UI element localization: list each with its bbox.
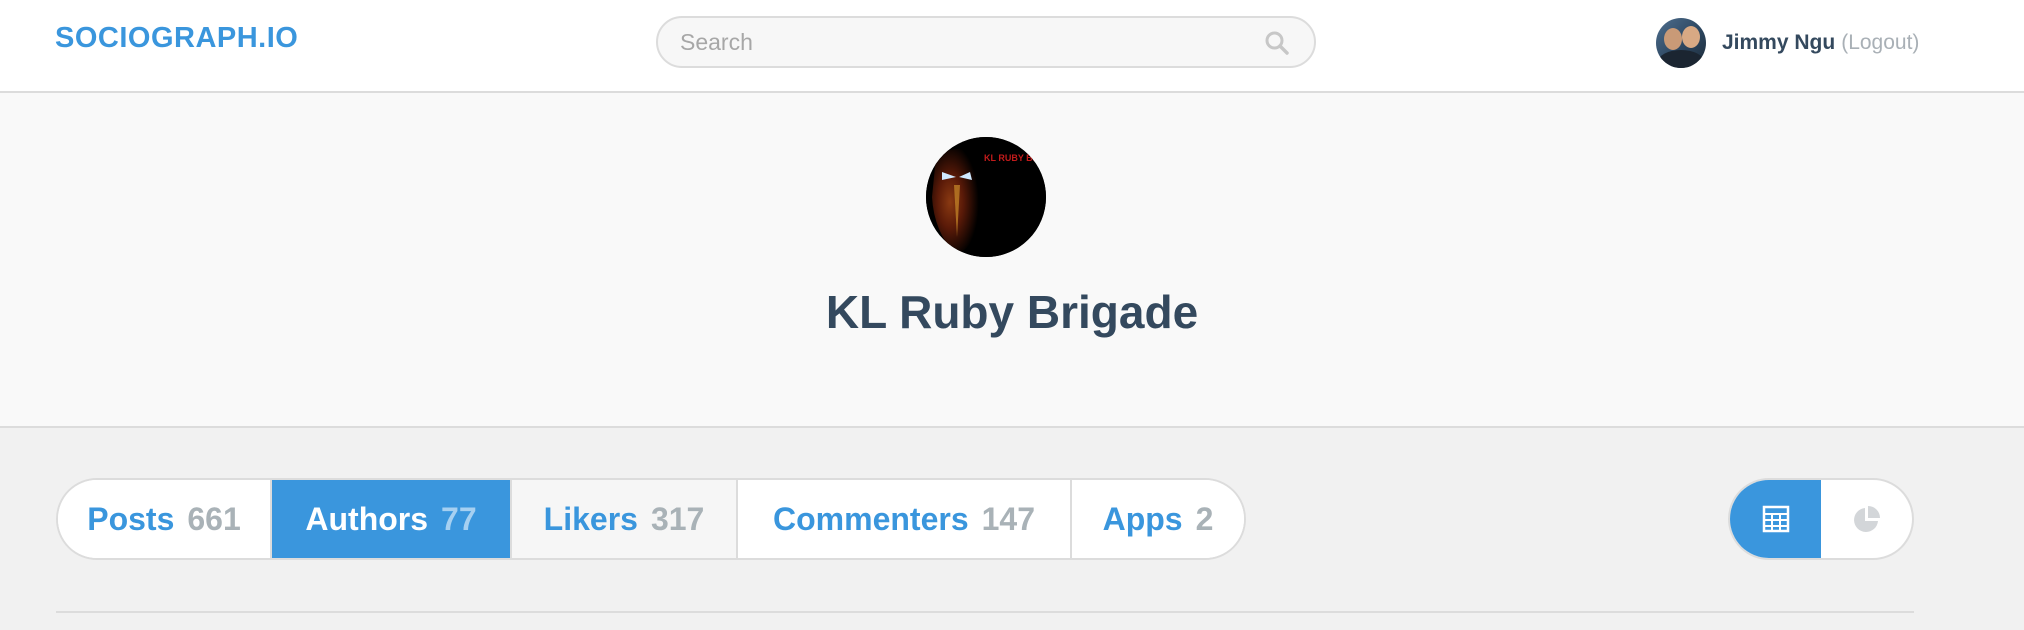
brand-logo[interactable]: SOCIOGRAPH.IO xyxy=(55,22,298,55)
user-name[interactable]: Jimmy Ngu xyxy=(1722,31,1835,55)
tab-count: 317 xyxy=(650,500,705,537)
search-input[interactable] xyxy=(680,26,1240,58)
tab-posts[interactable]: Posts 661 xyxy=(58,480,272,558)
tab-count: 147 xyxy=(981,500,1035,537)
tab-count: 661 xyxy=(187,500,241,537)
user-avatar[interactable] xyxy=(1656,18,1706,68)
tab-label: Posts xyxy=(87,500,175,537)
tab-count: 77 xyxy=(441,500,477,537)
chart-view-button[interactable] xyxy=(1821,480,1912,558)
stats-tabs: Posts 661 Authors 77 Likers 317 Commente… xyxy=(56,478,1246,560)
tab-label: Likers xyxy=(543,500,638,537)
avatar-text: KL RUBY BRIGADE xyxy=(984,153,1046,163)
tab-label: Authors xyxy=(305,500,429,537)
tab-likers[interactable]: Likers 317 xyxy=(512,480,738,558)
section-divider xyxy=(56,611,1914,613)
tab-authors[interactable]: Authors 77 xyxy=(272,480,512,558)
logout-link[interactable]: (Logout) xyxy=(1841,31,1919,55)
table-view-button[interactable] xyxy=(1730,480,1821,558)
group-title: KL Ruby Brigade xyxy=(825,286,1199,338)
search-icon[interactable] xyxy=(1264,30,1290,56)
view-toggle xyxy=(1728,478,1914,560)
tab-count: 2 xyxy=(1195,500,1214,537)
group-profile-header: KL RUBY BRIGADE KL Ruby Brigade xyxy=(0,93,2024,428)
tab-label: Commenters xyxy=(773,500,969,537)
tab-commenters[interactable]: Commenters 147 xyxy=(738,480,1072,558)
table-grid-icon xyxy=(1762,505,1789,533)
tab-label: Apps xyxy=(1102,500,1183,537)
iron-man-avatar-image: KL RUBY BRIGADE xyxy=(926,137,1046,257)
search-box[interactable] xyxy=(656,16,1316,68)
group-avatar: KL RUBY BRIGADE xyxy=(926,137,1046,257)
tab-apps[interactable]: Apps 2 xyxy=(1072,480,1244,558)
pie-chart-icon xyxy=(1853,506,1880,532)
user-menu: Jimmy Ngu (Logout) xyxy=(1656,18,1919,68)
top-navigation-bar: SOCIOGRAPH.IO Jimmy Ngu (Logout) xyxy=(0,0,2024,93)
